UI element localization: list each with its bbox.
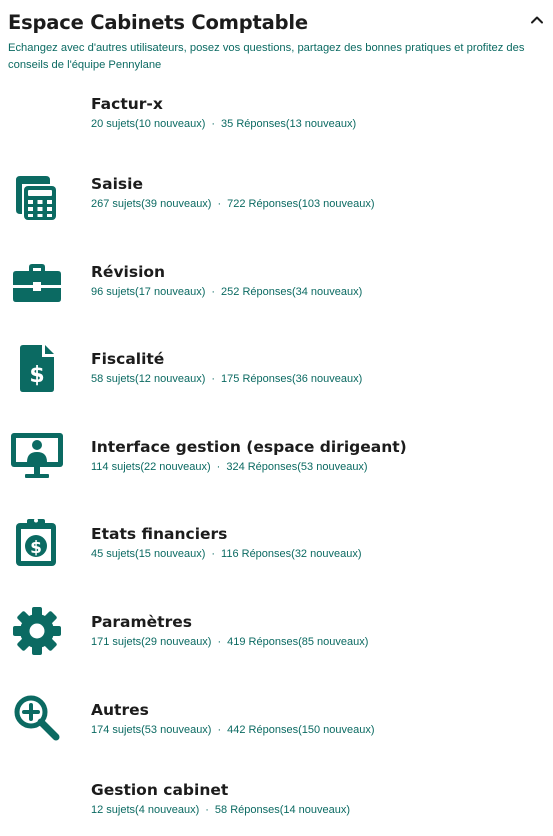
separator: · bbox=[211, 118, 216, 130]
category-name[interactable]: Autres bbox=[91, 700, 149, 720]
category-fiscalite[interactable]: $ Fiscalité 58 sujets(12 nouveaux) · 175 R… bbox=[0, 345, 553, 423]
category-stats: 58 sujets(12 nouveaux) · 175 Réponses(36 n… bbox=[91, 372, 362, 386]
collapse-chevron-up-icon[interactable] bbox=[529, 12, 545, 28]
category-name[interactable]: Interface gestion (espace dirigeant) bbox=[91, 437, 407, 457]
separator: · bbox=[217, 636, 222, 648]
monitor-user-icon bbox=[10, 428, 64, 482]
subjects-count: 58 sujets(12 nouveaux) bbox=[91, 373, 206, 385]
responses-count: 722 Réponses(103 nouveaux) bbox=[227, 198, 375, 210]
subjects-count: 45 sujets(15 nouveaux) bbox=[91, 548, 206, 560]
svg-text:$: $ bbox=[29, 363, 44, 388]
svg-text:$: $ bbox=[30, 538, 42, 558]
category-name[interactable]: Factur-x bbox=[91, 94, 163, 114]
responses-count: 324 Réponses(53 nouveaux) bbox=[226, 461, 368, 473]
category-stats: 114 sujets(22 nouveaux) · 324 Réponses(53 … bbox=[91, 460, 368, 474]
category-autres[interactable]: Autres 174 sujets(53 nouveaux) · 442 Répon… bbox=[0, 695, 553, 774]
clipboard-dollar-icon: $ bbox=[10, 514, 64, 568]
subjects-count: 174 sujets(53 nouveaux) bbox=[91, 724, 212, 736]
responses-count: 35 Réponses(13 nouveaux) bbox=[221, 118, 357, 130]
category-interface-gestion[interactable]: Interface gestion (espace dirigeant) 114… bbox=[0, 433, 553, 511]
calculator-icon bbox=[10, 170, 64, 224]
subjects-count: 20 sujets(10 nouveaux) bbox=[91, 118, 206, 130]
dollar-document-icon: $ bbox=[10, 341, 64, 395]
category-stats: 267 sujets(39 nouveaux) · 722 Réponses(103… bbox=[91, 197, 375, 211]
section-description: Echangez avec d'autres utilisateurs, pos… bbox=[8, 42, 525, 71]
section-header: Espace Cabinets Comptable Echangez avec … bbox=[8, 10, 528, 74]
separator: · bbox=[205, 804, 209, 816]
separator: · bbox=[216, 461, 221, 473]
responses-count: 175 Réponses(36 nouveaux) bbox=[221, 373, 363, 385]
briefcase-icon bbox=[10, 254, 64, 308]
subjects-count: 96 sujets(17 nouveaux) bbox=[91, 286, 206, 298]
category-stats: 45 sujets(15 nouveaux) · 116 Réponses(32 n… bbox=[91, 547, 361, 561]
responses-count: 419 Réponses(85 nouveaux) bbox=[227, 636, 369, 648]
responses-count: 58 Réponses(14 nouveaux) bbox=[214, 804, 351, 816]
responses-count: 252 Réponses(34 nouveaux) bbox=[221, 286, 363, 298]
zoom-in-icon bbox=[10, 691, 64, 745]
category-etats-financiers[interactable]: $ Etats financiers 45 sujets(15 nouveaux… bbox=[0, 518, 553, 598]
category-name[interactable]: Etats financiers bbox=[91, 524, 227, 544]
gear-icon bbox=[10, 604, 64, 658]
subjects-count: 114 sujets(22 nouveaux) bbox=[91, 461, 211, 473]
category-gestion-cabinet[interactable]: Gestion cabinet 12 sujets(4 nouveaux) · 58… bbox=[0, 780, 553, 830]
separator: · bbox=[211, 373, 216, 385]
category-factur-x[interactable]: Factur-x 20 sujets(10 nouveaux) · 35 Répon… bbox=[0, 94, 553, 168]
subjects-count: 171 sujets(29 nouveaux) bbox=[91, 636, 212, 648]
category-parametres[interactable]: Paramètres 171 sujets(29 nouveaux) · 419 R… bbox=[0, 607, 553, 686]
separator: · bbox=[211, 286, 216, 298]
category-saisie[interactable]: Saisie 267 sujets(39 nouveaux) · 722 Répon… bbox=[0, 174, 553, 248]
subjects-count: 12 sujets(4 nouveaux) bbox=[91, 804, 200, 816]
category-name[interactable]: Révision bbox=[91, 262, 165, 282]
category-stats: 96 sujets(17 nouveaux) · 252 Réponses(34 n… bbox=[91, 285, 362, 299]
category-revision[interactable]: Révision 96 sujets(17 nouveaux) · 252 Répo… bbox=[0, 262, 553, 336]
category-stats: 20 sujets(10 nouveaux) · 35 Réponses(13 no… bbox=[91, 117, 356, 131]
category-name[interactable]: Paramètres bbox=[91, 612, 192, 632]
category-name[interactable]: Fiscalité bbox=[91, 349, 164, 369]
subjects-count: 267 sujets(39 nouveaux) bbox=[91, 198, 212, 210]
category-name[interactable]: Gestion cabinet bbox=[91, 780, 228, 800]
category-stats: 12 sujets(4 nouveaux) · 58 Réponses(14 nou… bbox=[91, 803, 350, 817]
separator: · bbox=[211, 548, 216, 560]
responses-count: 116 Réponses(32 nouveaux) bbox=[221, 548, 362, 560]
separator: · bbox=[217, 724, 222, 736]
section-title: Espace Cabinets Comptable bbox=[8, 11, 308, 34]
category-stats: 174 sujets(53 nouveaux) · 442 Réponses(150… bbox=[91, 723, 375, 737]
category-name[interactable]: Saisie bbox=[91, 174, 143, 194]
separator: · bbox=[217, 198, 222, 210]
responses-count: 442 Réponses(150 nouveaux) bbox=[227, 724, 375, 736]
category-stats: 171 sujets(29 nouveaux) · 419 Réponses(85 … bbox=[91, 635, 368, 649]
